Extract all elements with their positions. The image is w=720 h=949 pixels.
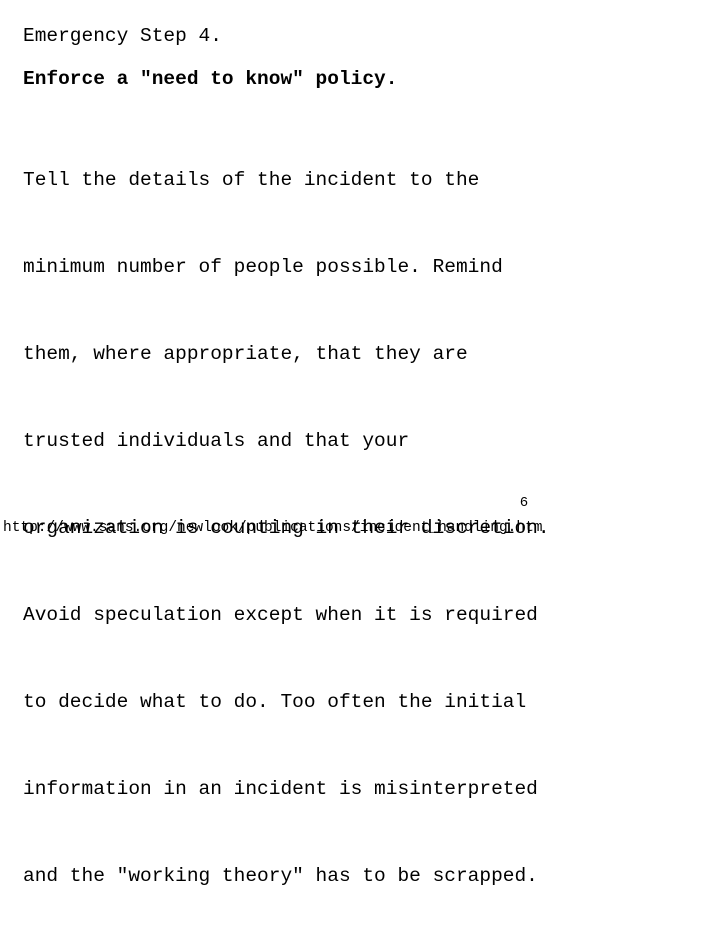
slide-title: Emergency Step 4.: [23, 25, 222, 47]
slide-canvas: Emergency Step 4. Enforce a "need to kno…: [0, 0, 720, 887]
body-line: trusted individuals and that your: [23, 430, 410, 452]
slide-subtitle: Enforce a "need to know" policy.: [23, 68, 398, 90]
footer-source-url: http://www.sans.org/newlook/publications…: [3, 520, 543, 536]
body-line: them, where appropriate, that they are: [23, 343, 468, 365]
body-line: Avoid speculation except when it is requ…: [23, 604, 538, 626]
body-line: minimum number of people possible. Remin…: [23, 256, 503, 278]
body-line: to decide what to do. Too often the init…: [23, 691, 527, 713]
page-number: 6: [519, 495, 529, 511]
body-line: information in an incident is misinterpr…: [23, 778, 538, 800]
body-line: and the "working theory" has to be scrap…: [23, 865, 538, 887]
body-line: Tell the details of the incident to the: [23, 169, 480, 191]
